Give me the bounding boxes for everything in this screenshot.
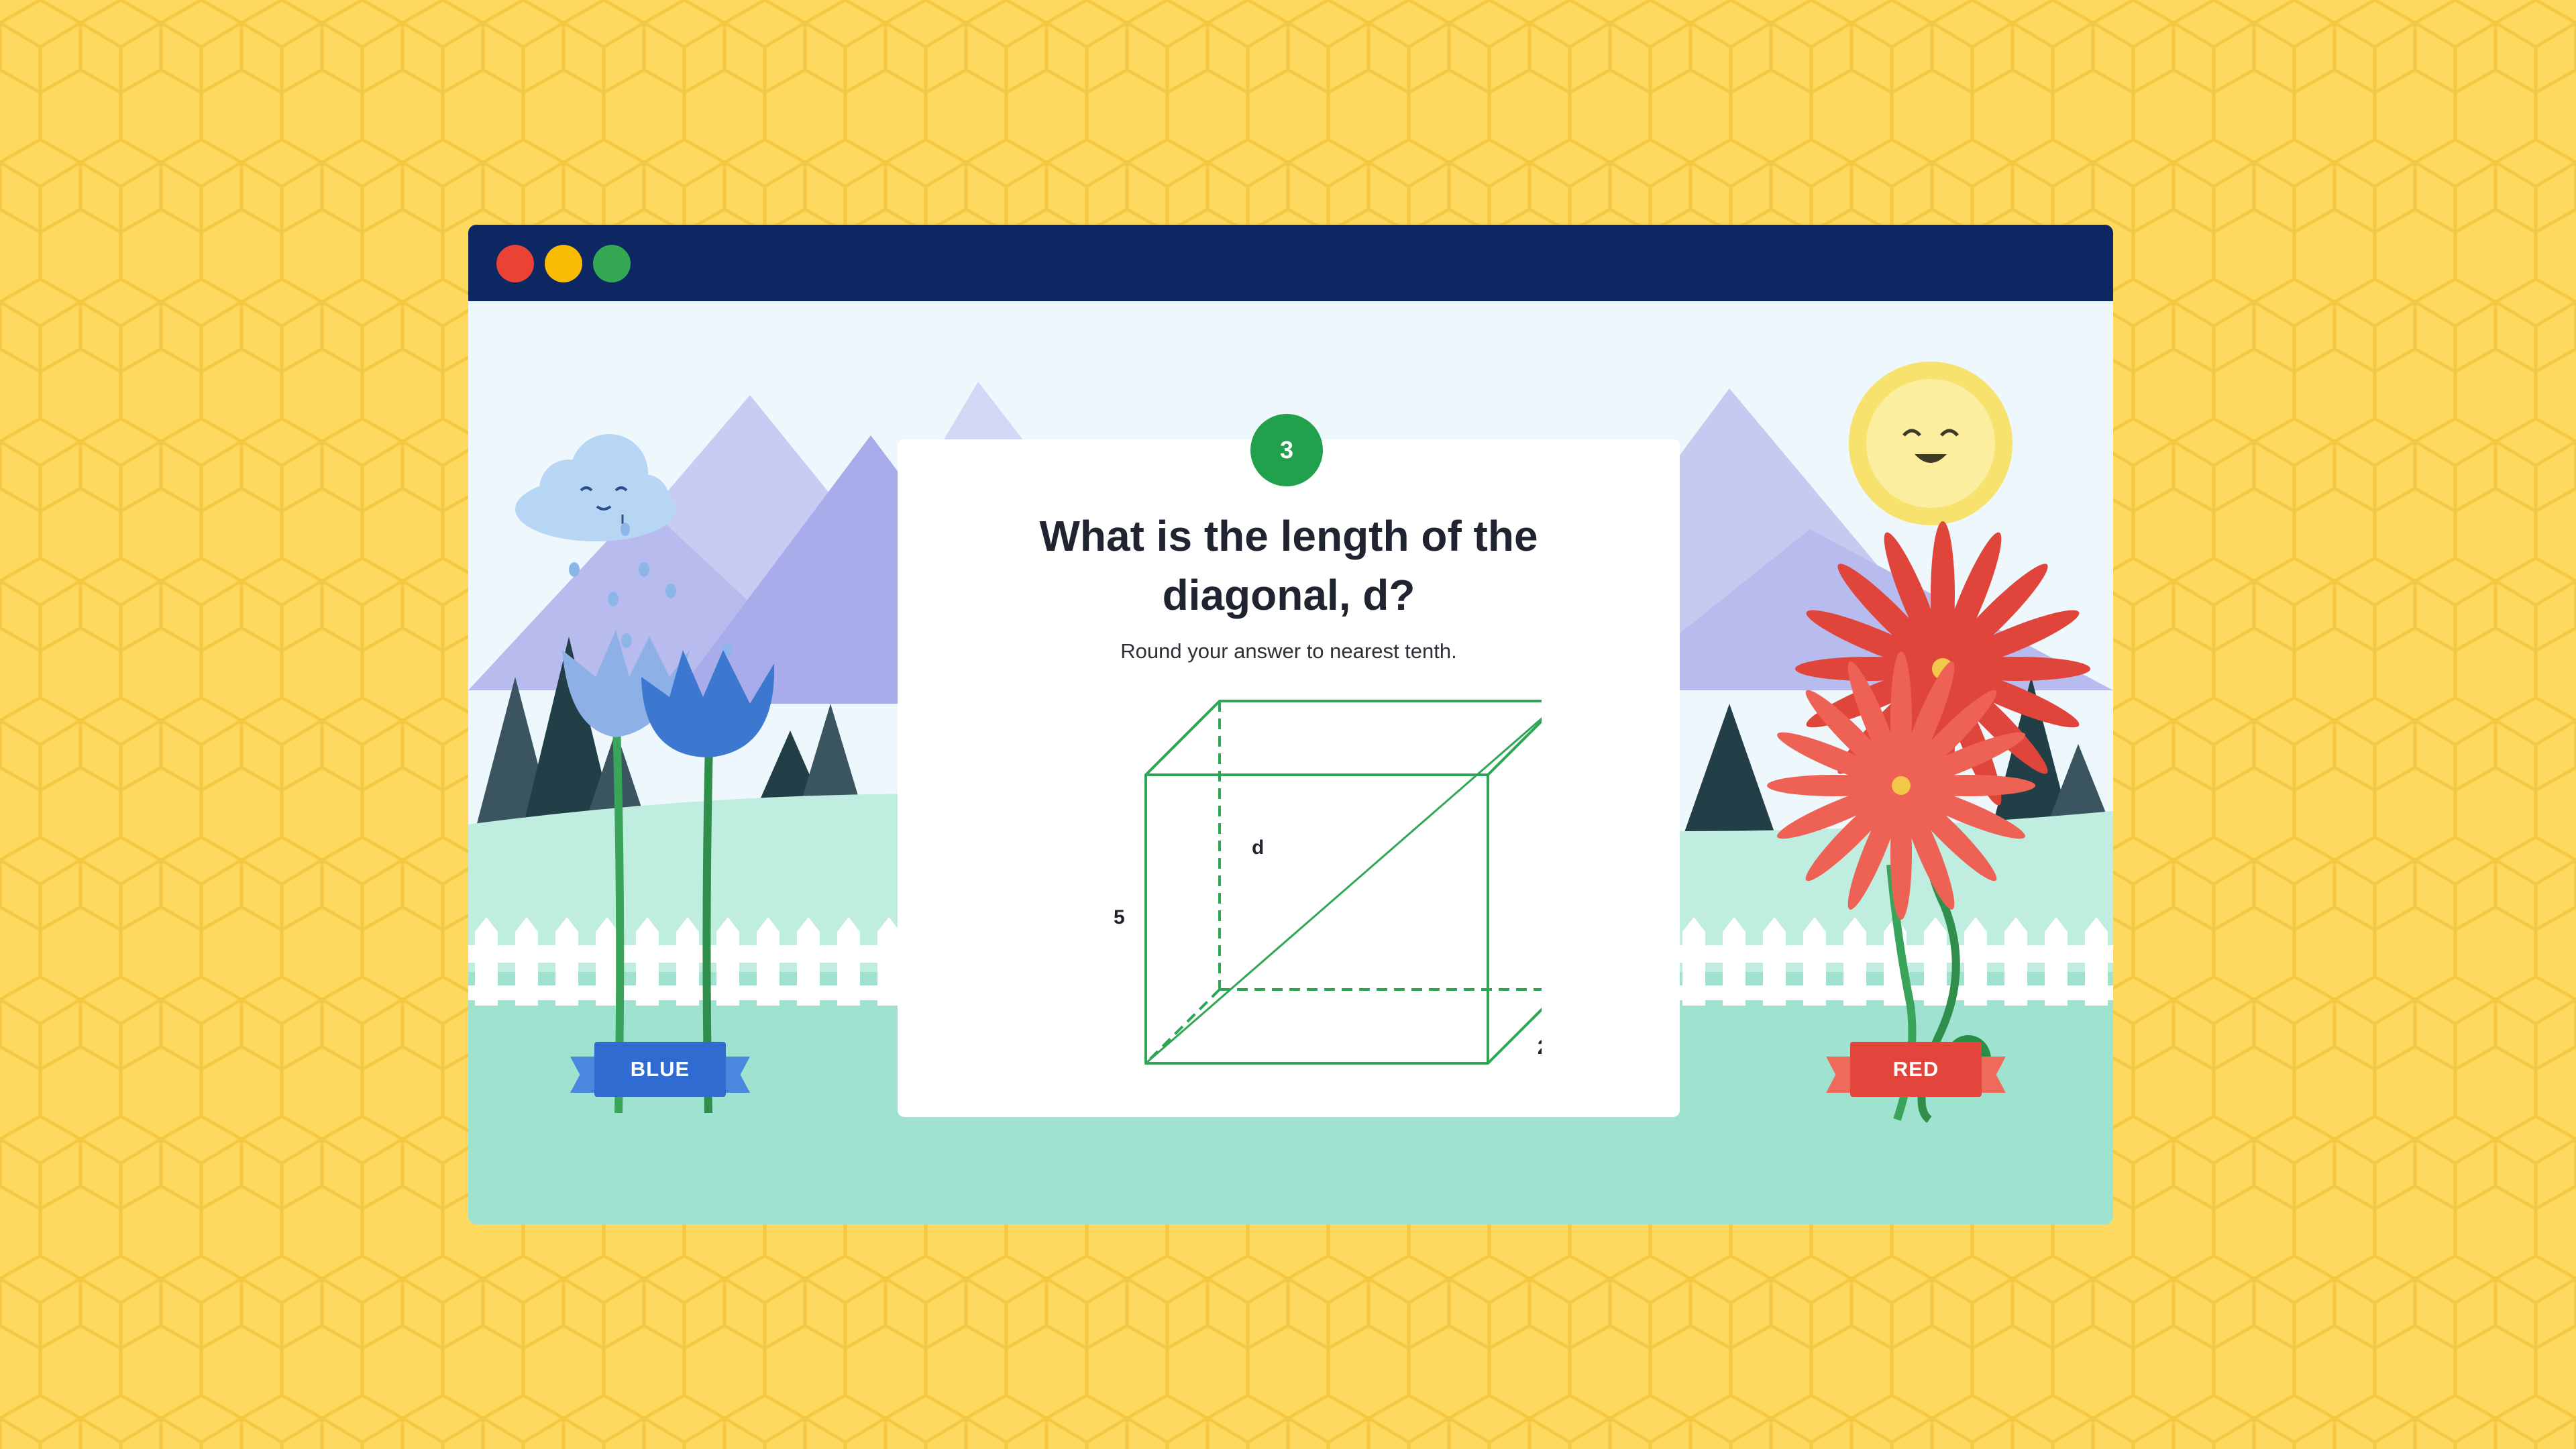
fence-picket: [636, 917, 659, 1006]
fence-picket: [515, 917, 538, 1006]
prism-top-edges: [1144, 700, 1542, 776]
fence-picket: [1964, 917, 1987, 1006]
fence-picket: [1763, 917, 1786, 1006]
prism-front-face: [1144, 773, 1489, 1065]
fence-picket: [596, 917, 619, 1006]
fence-picket: [797, 917, 820, 1006]
fence-picket: [1723, 917, 1746, 1006]
blue-team-label: BLUE: [594, 1042, 726, 1097]
question-title: What is the length of the diagonal, d?: [911, 506, 1666, 625]
sun-icon: [1849, 362, 2012, 525]
fence-picket: [1843, 917, 1866, 1006]
question-title-line: diagonal, d?: [1162, 571, 1415, 619]
maximize-window-button[interactable]: [593, 245, 631, 282]
fence-picket: [676, 917, 699, 1006]
blue-team-banner[interactable]: BLUE: [570, 1042, 750, 1097]
fence-picket: [877, 917, 900, 1006]
fence-picket: [2004, 917, 2027, 1006]
height-label: 5: [1114, 906, 1125, 928]
close-window-button[interactable]: [496, 245, 534, 282]
prism-right-edges: [1487, 1008, 1542, 1065]
prism-hidden-edge: [1144, 988, 1221, 1065]
fence-picket: [475, 917, 498, 1006]
question-title-line: What is the length of the: [1039, 512, 1538, 560]
app-window: 3 What is the length of the diagonal, d?…: [468, 225, 2113, 1224]
red-team-label: RED: [1850, 1042, 1982, 1097]
window-titlebar: [468, 225, 2113, 301]
rectangular-prism-diagram: d 5 8 2: [1114, 700, 1542, 1065]
question-subtitle: Round your answer to nearest tenth.: [1120, 639, 1457, 663]
red-team-banner[interactable]: RED: [1826, 1042, 2006, 1097]
fence-picket: [757, 917, 780, 1006]
prism-diagonal: [1145, 717, 1542, 1065]
fence-picket: [837, 917, 860, 1006]
fence-picket: [2045, 917, 2068, 1006]
minimize-window-button[interactable]: [545, 245, 582, 282]
diagonal-label: d: [1252, 837, 1264, 859]
fence-picket: [1803, 917, 1826, 1006]
fence-picket: [1924, 917, 1947, 1006]
fence-picket: [2085, 917, 2108, 1006]
depth-label: 2: [1538, 1036, 1542, 1059]
fence-picket: [716, 917, 739, 1006]
fence-picket: [1682, 917, 1705, 1006]
fence-picket: [555, 917, 578, 1006]
question-number-badge: 3: [1250, 414, 1323, 486]
